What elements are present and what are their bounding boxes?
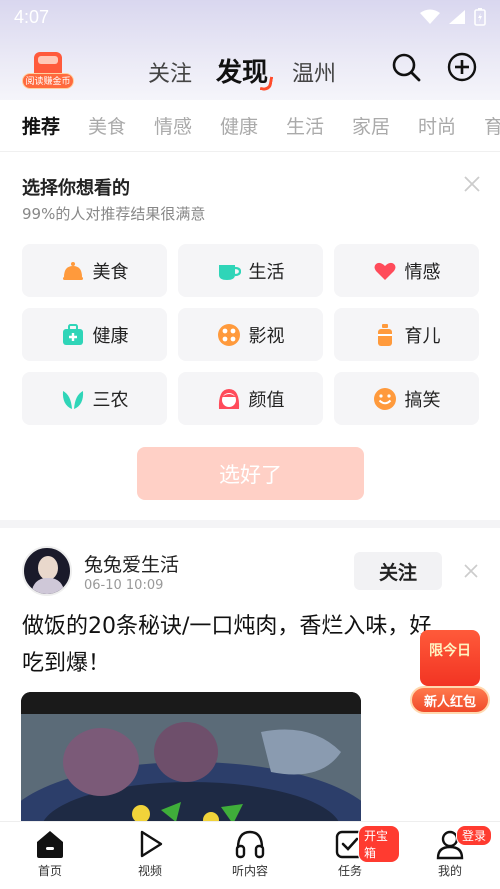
headphones-icon bbox=[235, 830, 265, 859]
film-reel-icon bbox=[217, 323, 240, 346]
nav-label: 任务 bbox=[337, 864, 362, 878]
nav-listen[interactable]: 听内容 bbox=[200, 822, 300, 889]
interest-chip-label: 育儿 bbox=[404, 325, 441, 347]
nav-label: 听内容 bbox=[231, 864, 268, 878]
interest-chip-label: 情感 bbox=[404, 261, 441, 283]
add-circle-icon[interactable] bbox=[446, 51, 478, 83]
author-name[interactable]: 兔兔爱生活 bbox=[84, 550, 179, 577]
red-packet-label: 新人红包 bbox=[410, 686, 490, 714]
category-food[interactable]: 美食 bbox=[88, 112, 154, 139]
interest-chip-health[interactable]: 健康 bbox=[22, 308, 167, 361]
new-user-red-packet[interactable]: 限今日 新人红包 bbox=[410, 628, 490, 716]
girl-face-icon bbox=[218, 388, 239, 409]
section-divider bbox=[0, 520, 500, 528]
status-time: 4:07 bbox=[14, 6, 50, 27]
author-avatar[interactable] bbox=[22, 546, 72, 596]
nav-video[interactable]: 视频 bbox=[100, 822, 200, 889]
interest-chip-funny[interactable]: 搞笑 bbox=[334, 372, 479, 425]
search-icon[interactable] bbox=[390, 51, 422, 83]
status-bar: 4:07 bbox=[0, 0, 500, 34]
interest-chip-label: 三农 bbox=[92, 389, 129, 411]
play-icon bbox=[140, 830, 163, 858]
interest-grid: 美食 生活 情感 健康 影视 育儿 三农 颜值 搞笑 bbox=[22, 244, 480, 425]
heart-icon bbox=[374, 262, 395, 280]
category-health[interactable]: 健康 bbox=[220, 112, 286, 139]
header-tabs: 关注 发现 温州 bbox=[148, 52, 336, 89]
nav-tasks[interactable]: 任务 开宝箱 bbox=[300, 822, 400, 889]
picker-subtitle: 99%的人对推荐结果很满意 bbox=[22, 205, 206, 223]
wifi-icon bbox=[420, 9, 440, 24]
interest-chip-emotion[interactable]: 情感 bbox=[334, 244, 479, 297]
category-life[interactable]: 生活 bbox=[286, 112, 352, 139]
coin-badge-label: 阅读赚金币 bbox=[22, 73, 74, 89]
read-earn-coins-button[interactable]: 阅读赚金币 bbox=[22, 52, 74, 92]
medical-kit-icon bbox=[62, 323, 83, 345]
interest-chip-label: 影视 bbox=[248, 325, 285, 347]
bottom-nav: 首页 视频 听内容 任务 开宝箱 我的 登录 bbox=[0, 821, 500, 889]
top-header: 阅读赚金币 关注 发现 温州 bbox=[0, 34, 500, 100]
interest-chip-parenting[interactable]: 育儿 bbox=[334, 308, 479, 361]
tab-discover[interactable]: 发现 bbox=[216, 52, 268, 89]
confirm-selection-button[interactable]: 选好了 bbox=[137, 447, 364, 500]
nav-label: 我的 bbox=[437, 864, 462, 878]
interest-chip-label: 生活 bbox=[248, 261, 285, 283]
interest-picker: 选择你想看的 99%的人对推荐结果很满意 美食 生活 情感 健康 影视 育儿 三… bbox=[0, 152, 500, 520]
battery-icon bbox=[474, 8, 486, 26]
interest-chip-life[interactable]: 生活 bbox=[178, 244, 323, 297]
nav-label: 视频 bbox=[137, 864, 162, 878]
category-recommend[interactable]: 推荐 bbox=[22, 112, 88, 139]
leaf-icon bbox=[62, 390, 83, 409]
cup-icon bbox=[218, 264, 241, 280]
login-badge: 登录 bbox=[456, 825, 493, 846]
close-icon[interactable] bbox=[464, 176, 480, 192]
status-icons bbox=[420, 8, 486, 26]
home-icon bbox=[37, 831, 63, 858]
follow-button[interactable]: 关注 bbox=[354, 552, 442, 590]
nav-label: 首页 bbox=[37, 864, 62, 878]
food-cloche-icon bbox=[62, 261, 83, 280]
interest-chip-label: 颜值 bbox=[248, 389, 285, 411]
category-emotion[interactable]: 情感 bbox=[154, 112, 220, 139]
interest-chip-looks[interactable]: 颜值 bbox=[178, 372, 323, 425]
post-cover-image[interactable] bbox=[21, 692, 361, 821]
food-photo bbox=[21, 692, 361, 821]
interest-chip-agriculture[interactable]: 三农 bbox=[22, 372, 167, 425]
post-time: 06-10 10:09 bbox=[84, 578, 164, 593]
red-packet-title: 限今日 bbox=[429, 643, 471, 659]
interest-chip-label: 搞笑 bbox=[404, 389, 441, 411]
smile-icon bbox=[373, 387, 396, 410]
interest-chip-label: 健康 bbox=[92, 325, 129, 347]
tab-following[interactable]: 关注 bbox=[148, 56, 192, 88]
dismiss-post-icon[interactable] bbox=[464, 564, 478, 578]
interest-chip-film[interactable]: 影视 bbox=[178, 308, 323, 361]
tab-local-city[interactable]: 温州 bbox=[292, 56, 336, 88]
post-title[interactable]: 做饭的20条秘诀/一口炖肉，香烂入味，好吃到爆！ bbox=[22, 608, 442, 682]
nav-home[interactable]: 首页 bbox=[0, 822, 100, 889]
interest-chip-label: 美食 bbox=[92, 261, 129, 283]
picker-title: 选择你想看的 bbox=[22, 178, 130, 199]
interest-chip-food[interactable]: 美食 bbox=[22, 244, 167, 297]
category-parenting-partial[interactable]: 育 bbox=[484, 112, 500, 139]
category-home[interactable]: 家居 bbox=[352, 112, 418, 139]
baby-bottle-icon bbox=[377, 323, 392, 346]
signal-icon bbox=[449, 10, 465, 24]
nav-me[interactable]: 我的 登录 bbox=[400, 822, 500, 889]
category-strip: 推荐 美食 情感 健康 生活 家居 时尚 育 bbox=[0, 100, 500, 152]
category-fashion[interactable]: 时尚 bbox=[418, 112, 484, 139]
treasure-box-badge: 开宝箱 bbox=[358, 825, 400, 863]
